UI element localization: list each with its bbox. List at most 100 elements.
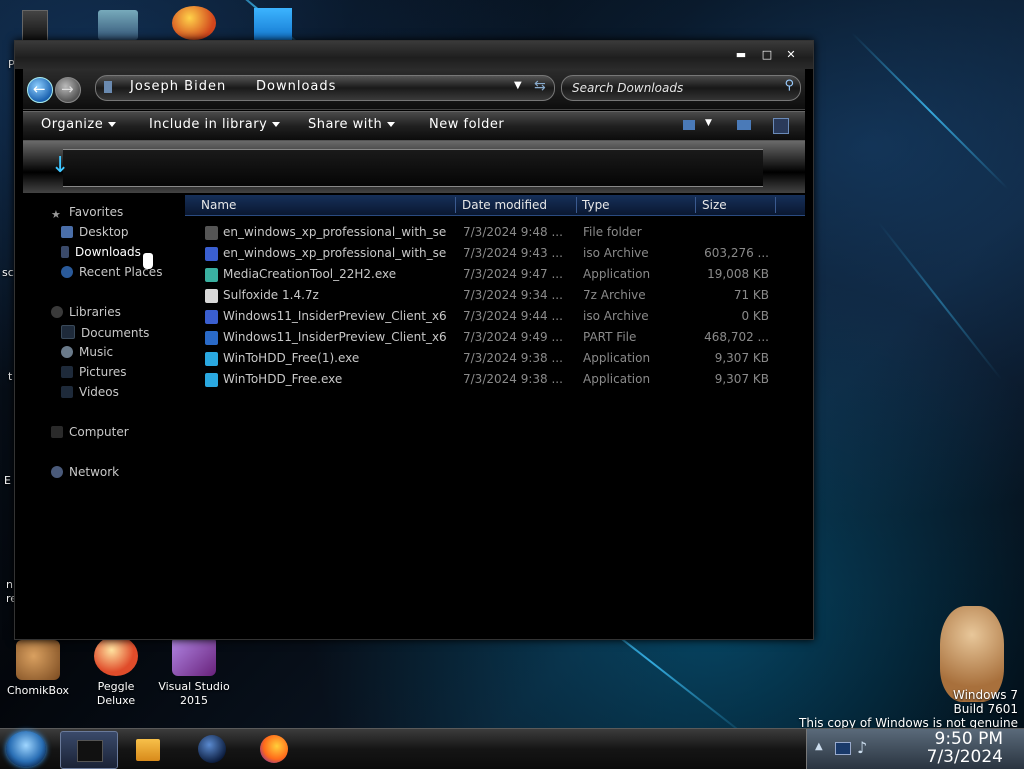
file-name: en_windows_xp_professional_with_ser... [223, 246, 447, 260]
music-icon [61, 346, 73, 358]
start-button[interactable] [6, 731, 46, 767]
taskbar-firefox-button[interactable] [246, 731, 302, 767]
file-date: 7/3/2024 9:38 ... [463, 372, 563, 386]
include-in-library-menu[interactable]: Include in library [149, 117, 281, 132]
sidebar-item-favorites[interactable]: ★ Favorites [51, 205, 123, 221]
videos-icon [61, 386, 73, 398]
refresh-icon[interactable]: ⇆ [534, 78, 546, 94]
show-hidden-icons-icon[interactable]: ▲ [815, 741, 823, 752]
recycle-bin-icon[interactable] [22, 10, 48, 42]
column-headers: Name Date modified Type Size [185, 195, 805, 216]
column-divider[interactable] [775, 197, 776, 213]
sidebar-item-downloads[interactable]: Downloads [61, 245, 141, 259]
desktop-icon-visual-studio[interactable]: Visual Studio 2015 [156, 636, 232, 708]
organize-menu[interactable]: Organize [41, 117, 117, 132]
help-icon[interactable] [773, 118, 789, 134]
maximize-button[interactable]: □ [759, 49, 775, 61]
file-date: 7/3/2024 9:43 ... [463, 246, 563, 260]
file-type: PART File [583, 330, 637, 344]
desktop-icon-peggle-deluxe[interactable]: Peggle Deluxe [78, 636, 154, 708]
file-row[interactable]: Windows11_InsiderPreview_Client_x6... 7/3… [199, 328, 779, 348]
address-bar[interactable]: Joseph Biden Downloads ▼ ⇆ [95, 75, 555, 101]
column-header-type[interactable]: Type [582, 198, 610, 212]
wallpaper-streak [851, 32, 1009, 190]
iso-file-icon [205, 310, 218, 324]
include-in-library-label: Include in library [149, 117, 268, 132]
sidebar-item-music[interactable]: Music [61, 345, 113, 359]
desktop-icon-chomikbox[interactable]: ChomikBox [0, 640, 76, 698]
file-row[interactable]: Windows11_InsiderPreview_Client_x6... 7/3… [199, 307, 779, 327]
sidebar-item-videos[interactable]: Videos [61, 385, 119, 399]
breadcrumb-user[interactable]: Joseph Biden [130, 79, 226, 94]
network-tray-icon[interactable] [835, 742, 851, 755]
desktop-icon-label: Peggle [97, 680, 135, 693]
watermark-line: Build 7601 [953, 702, 1018, 716]
new-folder-button[interactable]: New folder [429, 117, 504, 132]
file-name: WinToHDD_Free.exe [223, 372, 343, 386]
visual-studio-icon [172, 636, 216, 676]
windows-installer-icon[interactable] [254, 8, 292, 40]
folder-location-icon [104, 81, 112, 93]
file-date: 7/3/2024 9:38 ... [463, 351, 563, 365]
back-button[interactable]: ← [27, 77, 53, 103]
file-type: iso Archive [583, 309, 649, 323]
file-row[interactable]: MediaCreationTool_22H2.exe 7/3/2024 9:47 … [199, 265, 779, 285]
forward-button[interactable]: → [55, 77, 81, 103]
file-row[interactable]: WinToHDD_Free.exe 7/3/2024 9:38 ... Applic… [199, 370, 779, 390]
hand-cursor-icon [143, 253, 153, 269]
file-size: 468,702 ... [704, 330, 769, 344]
sidebar-item-pictures[interactable]: Pictures [61, 365, 127, 379]
file-row[interactable]: WinToHDD_Free(1).exe 7/3/2024 9:38 ... App… [199, 349, 779, 369]
navigation-pane: ★ Favorites Desktop Downloads Recent Plac… [23, 201, 183, 633]
column-header-size[interactable]: Size [702, 198, 727, 212]
file-date: 7/3/2024 9:48 ... [463, 225, 563, 239]
taskbar-media-player-button[interactable] [120, 731, 176, 767]
views-icon[interactable] [683, 120, 695, 130]
media-creation-tool-icon [205, 268, 218, 282]
command-bar: Organize Include in library Share with N… [23, 111, 805, 141]
file-row[interactable]: en_windows_xp_professional_with_ser... 7/… [199, 223, 779, 243]
taskbar-globe-button[interactable] [184, 731, 240, 767]
search-box[interactable]: ⚲ [561, 75, 801, 101]
address-dropdown-icon[interactable]: ▼ [514, 80, 522, 91]
system-clock[interactable]: 9:50 PM 7/3/2024 [873, 730, 1003, 766]
libraries-icon [51, 306, 63, 318]
desktop-icon-label: Visual Studio [158, 680, 230, 693]
explorer-icon [77, 740, 103, 762]
sidebar-label: Documents [81, 326, 150, 340]
sidebar-item-desktop[interactable]: Desktop [61, 225, 129, 239]
window-titlebar[interactable]: ▬ □ ✕ [15, 41, 813, 69]
close-button[interactable]: ✕ [783, 49, 799, 61]
sidebar-item-computer[interactable]: Computer [51, 425, 129, 439]
column-header-name[interactable]: Name [201, 198, 236, 212]
column-header-date[interactable]: Date modified [462, 198, 547, 212]
recent-places-icon [61, 266, 73, 278]
views-dropdown-icon[interactable]: ▼ [705, 118, 712, 128]
media-player-icon [136, 739, 160, 761]
sidebar-item-libraries[interactable]: Libraries [51, 305, 121, 319]
banner-inner [63, 149, 763, 187]
volume-icon[interactable]: ♪ [857, 738, 867, 757]
desktop-icon-label: 2015 [180, 694, 208, 707]
sidebar-item-documents[interactable]: Documents [61, 325, 149, 340]
search-input[interactable] [570, 79, 774, 97]
minimize-button[interactable]: ▬ [733, 49, 749, 61]
preview-pane-icon[interactable] [737, 120, 751, 130]
sidebar-item-network[interactable]: Network [51, 465, 119, 479]
photo-viewer-icon[interactable] [98, 10, 138, 40]
file-size: 0 KB [741, 309, 769, 323]
share-with-menu[interactable]: Share with [308, 117, 396, 132]
breadcrumb-downloads[interactable]: Downloads [256, 79, 336, 94]
7z-archive-icon [205, 289, 218, 303]
search-icon[interactable]: ⚲ [784, 78, 794, 93]
column-divider[interactable] [455, 197, 456, 213]
file-row[interactable]: en_windows_xp_professional_with_ser... 7/… [199, 244, 779, 264]
taskbar-explorer-button[interactable] [60, 731, 118, 769]
column-divider[interactable] [695, 197, 696, 213]
desktop-icon-label: ChomikBox [7, 684, 69, 697]
sidebar-label: Network [69, 465, 120, 479]
peggle-icon[interactable] [172, 6, 216, 40]
file-row[interactable]: Sulfoxide 1.4.7z 7/3/2024 9:34 ... 7z Arch… [199, 286, 779, 306]
notification-area: ▲ ♪ 9:50 PM 7/3/2024 [806, 729, 1024, 769]
column-divider[interactable] [576, 197, 577, 213]
